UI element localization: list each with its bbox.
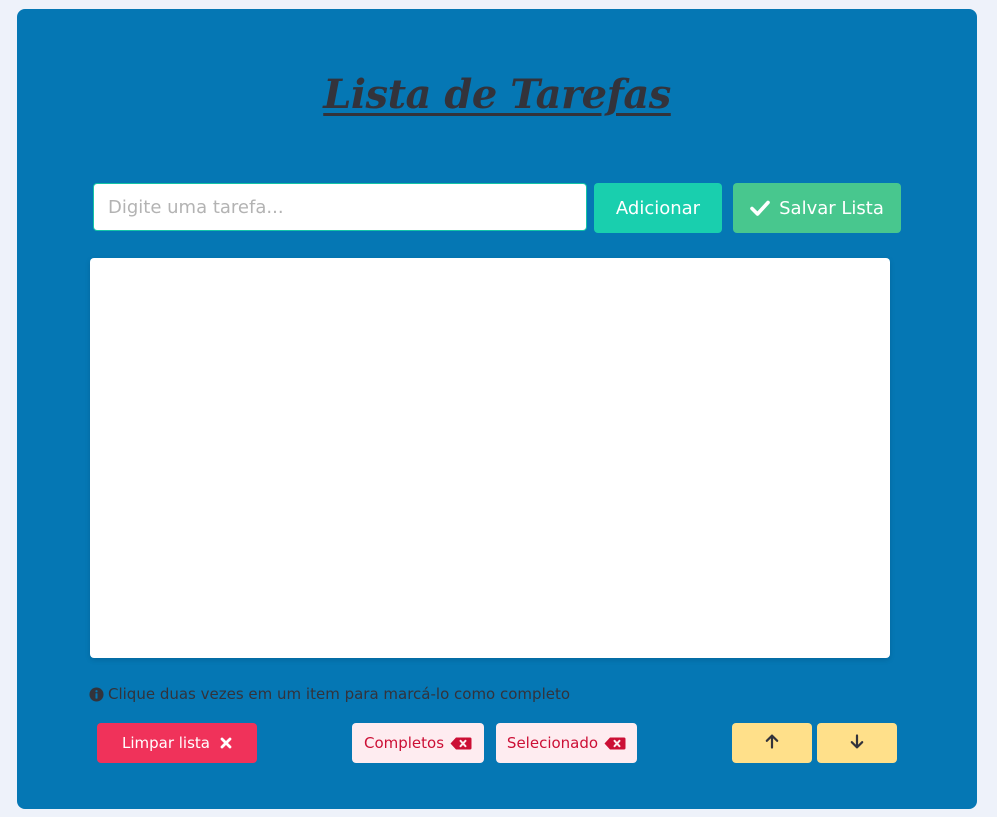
save-list-button[interactable]: Salvar Lista — [733, 183, 901, 233]
page-title: Lista de Tarefas — [323, 71, 671, 118]
task-list[interactable] — [90, 258, 890, 658]
hint-text: Clique duas vezes em um item para marcá-… — [89, 685, 570, 703]
check-icon — [750, 200, 770, 216]
move-down-button[interactable] — [817, 723, 897, 763]
backspace-icon — [450, 737, 472, 750]
task-input[interactable] — [93, 183, 587, 231]
clear-list-button[interactable]: Limpar lista — [97, 723, 257, 763]
remove-selected-button[interactable]: Selecionado — [496, 723, 637, 763]
add-button-label: Adicionar — [615, 197, 701, 219]
remove-completed-button[interactable]: Completos — [352, 723, 484, 763]
arrow-down-icon — [850, 733, 864, 753]
move-up-button[interactable] — [732, 723, 812, 763]
remove-completed-label: Completos — [363, 734, 445, 752]
info-circle-icon — [89, 686, 104, 702]
close-icon — [220, 737, 232, 749]
remove-selected-label: Selecionado — [506, 734, 599, 752]
clear-list-label: Limpar lista — [121, 734, 210, 752]
save-list-label: Salvar Lista — [779, 197, 884, 219]
arrow-up-icon — [765, 734, 779, 753]
add-button[interactable]: Adicionar — [594, 183, 722, 233]
backspace-icon — [604, 737, 626, 750]
hint-label: Clique duas vezes em um item para marcá-… — [108, 685, 571, 703]
todo-card: Lista de Tarefas Adicionar Salvar Lista … — [17, 9, 977, 809]
